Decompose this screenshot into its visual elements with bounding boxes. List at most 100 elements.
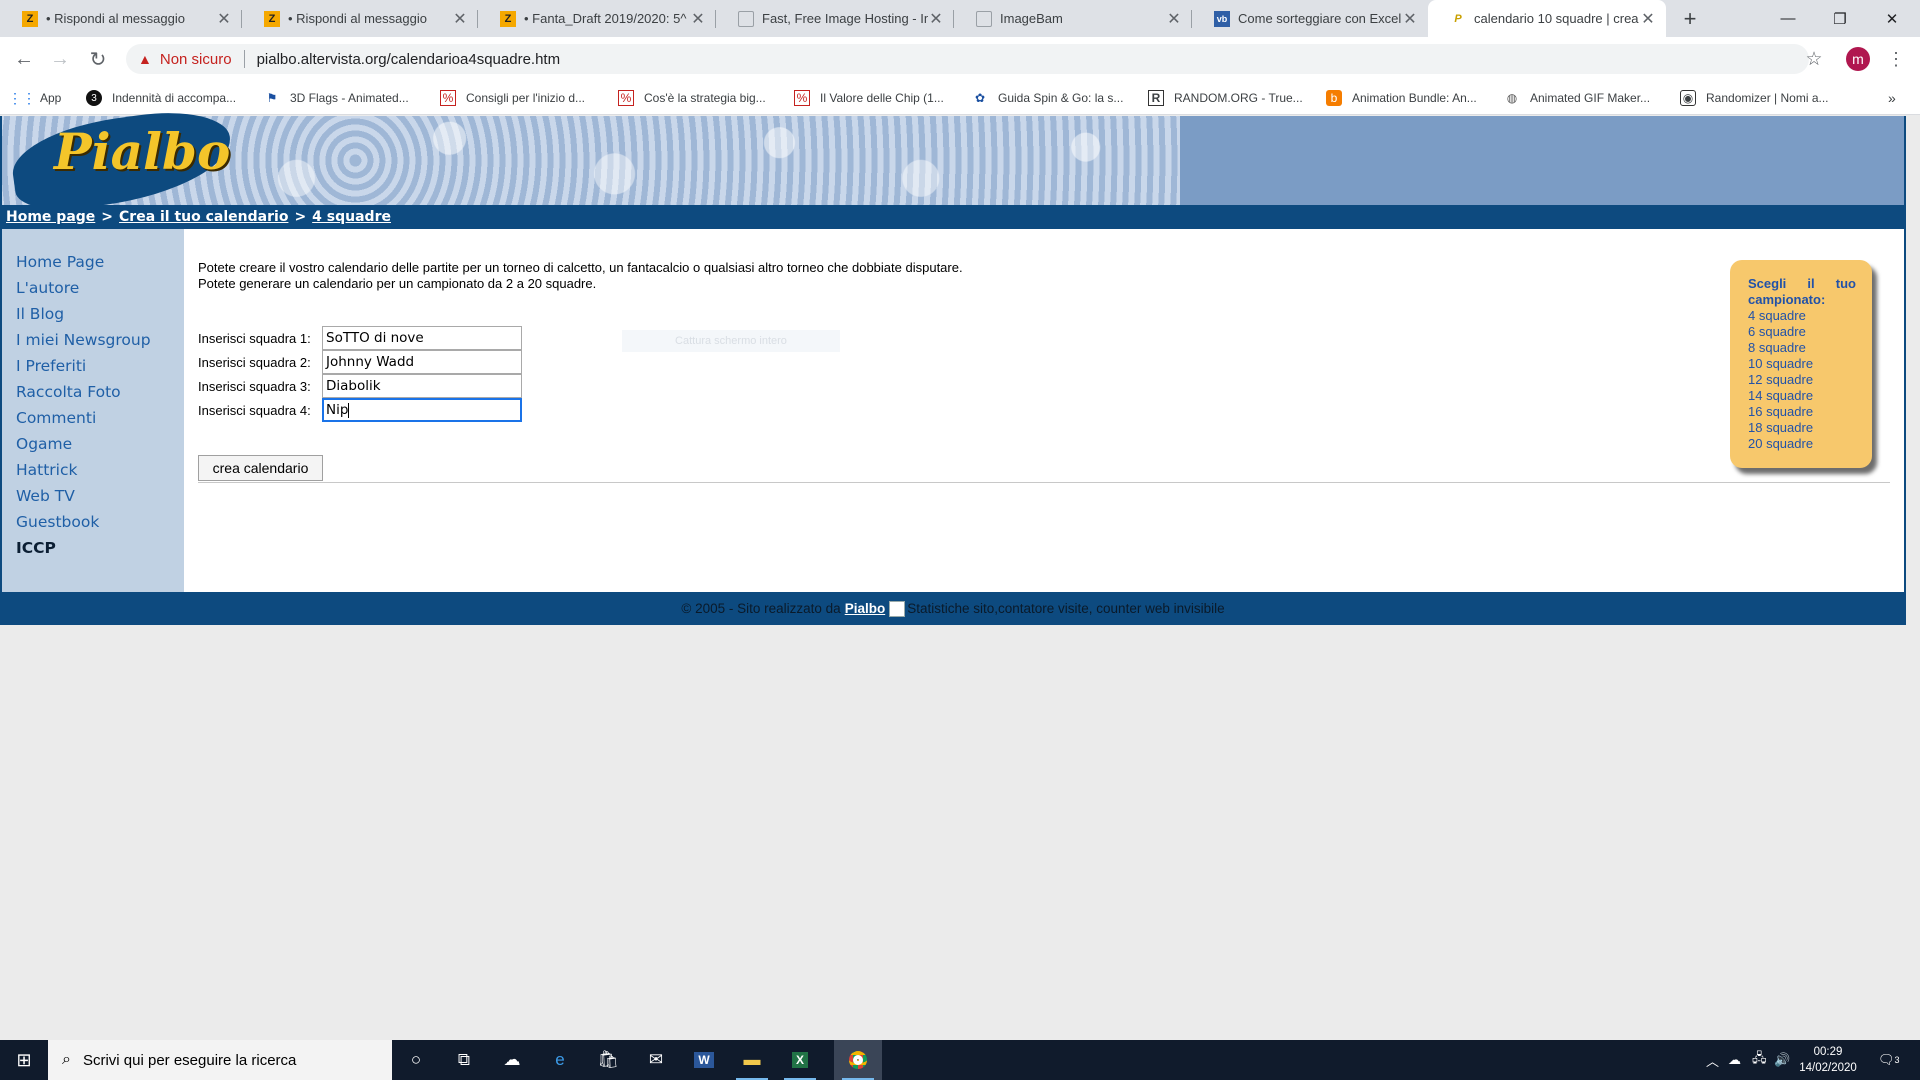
close-icon[interactable]: ✕ — [1640, 9, 1656, 29]
browser-tab-4[interactable]: Fast, Free Image Hosting - Im ✕ — [716, 0, 954, 37]
sidebar-item-web-tv[interactable]: Web TV — [16, 483, 184, 509]
team-input-3[interactable]: Diabolik — [322, 374, 522, 398]
bookmark-item[interactable]: ✿ Guida Spin & Go: la s... — [972, 81, 1123, 115]
edge-icon[interactable]: e — [536, 1040, 584, 1080]
bookmark-item[interactable]: ◍ Animated GIF Maker... — [1504, 81, 1650, 115]
task-view-icon[interactable]: ⧉ — [440, 1040, 488, 1080]
onedrive-icon[interactable]: ☁ — [1728, 1040, 1741, 1080]
close-icon[interactable]: ✕ — [452, 9, 468, 29]
bookmark-apps[interactable]: ⋮⋮ App — [8, 81, 61, 115]
bookmark-item[interactable]: % Cos'è la strategia big... — [618, 81, 766, 115]
close-icon[interactable]: ✕ — [1402, 9, 1418, 29]
bookmark-item[interactable]: R RANDOM.ORG - True... — [1148, 81, 1303, 115]
team-input-1[interactable]: SoTTO di nove — [322, 326, 522, 350]
bookmarks-overflow-button[interactable]: » — [1888, 81, 1896, 115]
sidebar-item-ogame[interactable]: Ogame — [16, 431, 184, 457]
sidebar-item-raccolta-foto[interactable]: Raccolta Foto — [16, 379, 184, 405]
randomizer-icon: ◉ — [1680, 90, 1696, 106]
option-14-squadre[interactable]: 14 squadre — [1748, 388, 1856, 404]
team-input-2[interactable]: Johnny Wadd — [322, 350, 522, 374]
profile-avatar[interactable]: m — [1846, 47, 1870, 71]
notification-count: 3 — [1894, 1055, 1900, 1065]
close-icon[interactable]: ✕ — [928, 9, 944, 29]
option-10-squadre[interactable]: 10 squadre — [1748, 356, 1856, 372]
notifications-icon[interactable]: 🗨 3 — [1878, 1040, 1900, 1080]
reload-button[interactable]: ↻ — [84, 45, 112, 73]
sidebar-item-hattrick[interactable]: Hattrick — [16, 457, 184, 483]
team-input-4[interactable]: Nip — [322, 398, 522, 422]
breadcrumb-home-link[interactable]: Home page — [6, 209, 95, 225]
minimize-button[interactable]: — — [1764, 0, 1812, 37]
security-label: Non sicuro — [159, 50, 232, 68]
new-tab-button[interactable]: + — [1678, 0, 1702, 37]
title-word: Scegli — [1748, 276, 1787, 291]
browser-tab-active[interactable]: P calendario 10 squadre | crea ✕ — [1428, 0, 1666, 37]
bookmark-item[interactable]: ⚑ 3D Flags - Animated... — [264, 81, 409, 115]
mail-icon[interactable]: ✉ — [632, 1040, 680, 1080]
network-icon[interactable]: 🖧 — [1752, 1040, 1767, 1080]
volume-icon[interactable]: 🔊 — [1774, 1040, 1790, 1080]
file-explorer-icon[interactable]: ▬ — [728, 1040, 776, 1080]
chrome-icon[interactable] — [834, 1040, 882, 1080]
option-16-squadre[interactable]: 16 squadre — [1748, 404, 1856, 420]
bookmark-item[interactable]: ◉ Randomizer | Nomi a... — [1680, 81, 1829, 115]
option-8-squadre[interactable]: 8 squadre — [1748, 340, 1856, 356]
option-4-squadre[interactable]: 4 squadre — [1748, 308, 1856, 324]
option-20-squadre[interactable]: 20 squadre — [1748, 436, 1856, 452]
url-text[interactable]: pialbo.altervista.org/calendarioa4squadr… — [257, 51, 561, 68]
browser-tab-3[interactable]: Z • Fanta_Draft 2019/2020: 5^ ✕ — [478, 0, 716, 37]
maximize-button[interactable]: ❐ — [1816, 0, 1864, 37]
option-18-squadre[interactable]: 18 squadre — [1748, 420, 1856, 436]
store-icon[interactable]: 🛍 — [584, 1040, 632, 1080]
crea-calendario-button[interactable]: crea calendario — [198, 455, 323, 481]
browser-tab-6[interactable]: vb Come sorteggiare con Excel | ✕ — [1192, 0, 1428, 37]
excel-icon[interactable]: X — [776, 1040, 824, 1080]
word-icon[interactable]: W — [680, 1040, 728, 1080]
z-icon: Z — [22, 10, 38, 27]
team-input-4-value: Nip — [326, 402, 349, 418]
bookmark-item[interactable]: % Consigli per l'inizio d... — [440, 81, 585, 115]
back-button[interactable]: ← — [10, 45, 38, 73]
browser-tab-5[interactable]: ImageBam ✕ — [954, 0, 1192, 37]
breadcrumb-current-link[interactable]: 4 squadre — [312, 209, 391, 225]
sidebar-item-guestbook[interactable]: Guestbook — [16, 509, 184, 535]
sidebar-item-home-page[interactable]: Home Page — [16, 249, 184, 275]
app-icon[interactable]: ☁ — [488, 1040, 536, 1080]
sidebar-item-newsgroup[interactable]: I miei Newsgroup — [16, 327, 184, 353]
bookmark-label: Guida Spin & Go: la s... — [998, 91, 1124, 105]
browser-tab-2[interactable]: Z • Rispondi al messaggio ✕ — [242, 0, 478, 37]
bookmark-item[interactable]: b Animation Bundle: An... — [1326, 81, 1477, 115]
taskbar-clock[interactable]: 00:29 14/02/2020 — [1790, 1040, 1866, 1080]
address-bar[interactable]: ▲ Non sicuro pialbo.altervista.org/calen… — [126, 44, 1809, 74]
r-logo-icon: R — [1148, 90, 1164, 106]
site-logo[interactable]: Pialbo — [54, 122, 230, 181]
show-hidden-icons[interactable]: ︿ — [1706, 1040, 1719, 1080]
bookmark-label: Indennità di accompa... — [112, 91, 237, 105]
breadcrumb-crea-link[interactable]: Crea il tuo calendario — [119, 209, 288, 225]
option-6-squadre[interactable]: 6 squadre — [1748, 324, 1856, 340]
forward-button[interactable]: → — [46, 45, 74, 73]
browser-tab-1[interactable]: Z • Rispondi al messaggio ✕ — [0, 0, 242, 37]
cortana-icon[interactable]: ○ — [392, 1040, 440, 1080]
team-label-3: Inserisci squadra 3: — [198, 378, 311, 394]
close-icon[interactable]: ✕ — [216, 9, 232, 29]
bookmark-star-icon[interactable]: ☆ — [1800, 45, 1828, 73]
site-footer: © 2005 - Sito realizzato da Pialbo Stati… — [2, 592, 1904, 625]
taskbar-search-box[interactable]: ⌕ Scrivi qui per eseguire la ricerca — [48, 1040, 392, 1080]
windows-start-icon[interactable]: ⊞ — [0, 1040, 48, 1080]
footer-pialbo-link[interactable]: Pialbo — [845, 601, 886, 616]
menu-icon[interactable]: ⋮ — [1882, 45, 1910, 73]
close-icon[interactable]: ✕ — [1166, 9, 1182, 29]
sidebar-item-iccp[interactable]: ICCP — [16, 535, 184, 561]
sidebar-item-autore[interactable]: L'autore — [16, 275, 184, 301]
sidebar-item-preferiti[interactable]: I Preferiti — [16, 353, 184, 379]
close-icon[interactable]: ✕ — [690, 9, 706, 29]
sidebar-item-blog[interactable]: Il Blog — [16, 301, 184, 327]
sidebar-item-commenti[interactable]: Commenti — [16, 405, 184, 431]
option-12-squadre[interactable]: 12 squadre — [1748, 372, 1856, 388]
z-icon: Z — [264, 10, 280, 27]
bookmark-item[interactable]: % Il Valore delle Chip (1... — [794, 81, 944, 115]
site-container: Pialbo Home page > Crea il tuo calendari… — [0, 103, 1906, 625]
close-window-button[interactable]: ✕ — [1868, 0, 1916, 37]
bookmark-item[interactable]: 3 Indennità di accompa... — [86, 81, 236, 115]
